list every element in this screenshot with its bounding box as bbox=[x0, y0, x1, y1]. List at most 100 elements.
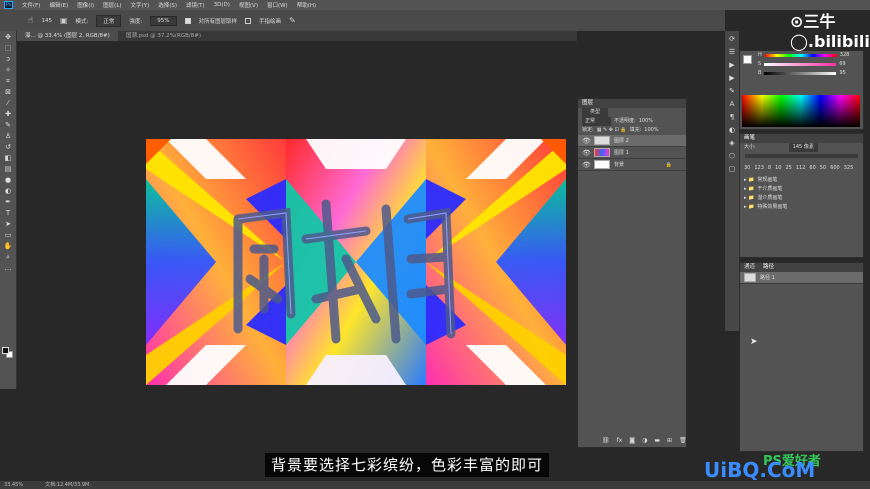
healing-tool-icon[interactable]: ✚ bbox=[3, 110, 14, 119]
menu-view[interactable]: 视图(V) bbox=[239, 1, 258, 9]
zoom-tool-icon[interactable]: ⌕ bbox=[3, 253, 14, 262]
type-tool-icon[interactable]: T bbox=[3, 209, 14, 218]
saturation-value[interactable]: 69 bbox=[839, 60, 845, 69]
layer-name[interactable]: 图层 2 bbox=[614, 137, 629, 144]
menu-layer[interactable]: 图层(L) bbox=[103, 1, 121, 9]
adjustments-icon[interactable]: ◐ bbox=[728, 126, 737, 135]
play-icon[interactable]: ▶ bbox=[728, 61, 737, 70]
styles-icon[interactable]: ◈ bbox=[728, 139, 737, 148]
path-name[interactable]: 路径 1 bbox=[760, 274, 775, 281]
menu-image[interactable]: 图像(I) bbox=[77, 1, 94, 9]
new-layer-icon[interactable]: ⊞ bbox=[667, 436, 672, 445]
lasso-tool-icon[interactable]: ↄ bbox=[3, 55, 14, 64]
layer-row[interactable]: 👁 背景 🔒 bbox=[578, 159, 686, 171]
blur-tool-icon[interactable]: ● bbox=[3, 176, 14, 185]
hue-value[interactable]: 328 bbox=[840, 51, 850, 60]
brush-tool-icon[interactable]: ✎ bbox=[3, 121, 14, 130]
opacity-input[interactable]: 100% bbox=[639, 117, 653, 126]
properties-icon[interactable]: ☰ bbox=[728, 48, 737, 57]
brush-preset[interactable]: 112 bbox=[796, 164, 806, 173]
brush-group[interactable]: ▸ 📁 干介质画笔 bbox=[740, 185, 863, 194]
menu-filter[interactable]: 滤镜(T) bbox=[186, 1, 205, 9]
brush-group[interactable]: ▸ 📁 常规画笔 bbox=[740, 176, 863, 185]
glyphs-icon[interactable]: ▢ bbox=[728, 165, 737, 174]
pressure-icon[interactable]: ✎ bbox=[289, 16, 296, 25]
adjustment-icon[interactable]: ◑ bbox=[642, 436, 647, 445]
eraser-tool-icon[interactable]: ◧ bbox=[3, 154, 14, 163]
visibility-eye-icon[interactable]: 👁 bbox=[582, 137, 591, 145]
sample-all-checkbox[interactable] bbox=[184, 17, 191, 24]
more-tools-icon[interactable]: … bbox=[3, 264, 14, 273]
paragraph-icon[interactable]: ¶ bbox=[728, 113, 737, 122]
fill-input[interactable]: 100% bbox=[644, 126, 658, 135]
quick-select-tool-icon[interactable]: ✧ bbox=[3, 66, 14, 75]
brush-preset[interactable]: 8 bbox=[768, 164, 771, 173]
foreground-color-swatch[interactable] bbox=[743, 55, 752, 64]
character-icon[interactable]: A bbox=[728, 100, 737, 109]
menu-edit[interactable]: 编辑(E) bbox=[49, 1, 68, 9]
smudge-tool-icon[interactable]: ☝ bbox=[28, 16, 33, 26]
tab-document-1[interactable]: 瀑... @ 33.4% (图层 2, RGB/8#) bbox=[17, 31, 118, 41]
layer-row[interactable]: 👁 图层 1 bbox=[578, 147, 686, 159]
path-select-tool-icon[interactable]: ➤ bbox=[3, 220, 14, 229]
zoom-readout[interactable]: 33.45% bbox=[4, 481, 23, 489]
3d-icon[interactable]: ⬡ bbox=[728, 152, 737, 161]
lock-icons[interactable]: ▦ ✎ ✥ ⊡ 🔒 bbox=[597, 126, 627, 135]
menu-3d[interactable]: 3D(D) bbox=[214, 2, 230, 8]
hue-slider[interactable] bbox=[764, 54, 837, 57]
brush-preset[interactable]: 25 bbox=[785, 164, 791, 173]
trash-icon[interactable]: 🗑 bbox=[679, 436, 687, 445]
layers-tab[interactable]: 图层 bbox=[582, 99, 593, 108]
brightness-slider[interactable] bbox=[764, 72, 837, 75]
brush-preset[interactable]: 325 bbox=[844, 164, 854, 173]
brush-tab[interactable]: 画笔 bbox=[744, 134, 755, 143]
layer-row[interactable]: 👁 图层 2 bbox=[578, 135, 686, 147]
menu-select[interactable]: 选择(S) bbox=[158, 1, 177, 9]
pen-tool-icon[interactable]: ✒ bbox=[3, 198, 14, 207]
brightness-value[interactable]: 95 bbox=[839, 69, 845, 78]
brush-group[interactable]: ▸ 📁 湿介质画笔 bbox=[740, 194, 863, 203]
history-brush-icon[interactable]: ↺ bbox=[3, 143, 14, 152]
mode-select[interactable]: 正常 bbox=[96, 14, 122, 27]
dodge-tool-icon[interactable]: ◐ bbox=[3, 187, 14, 196]
eyedropper-tool-icon[interactable]: ⁄ bbox=[3, 99, 14, 108]
shape-tool-icon[interactable]: ▭ bbox=[3, 231, 14, 240]
blend-mode-select[interactable]: 正常 bbox=[582, 117, 612, 126]
history-icon[interactable]: ⟳ bbox=[728, 35, 737, 44]
link-icon[interactable]: ⛓ bbox=[602, 436, 610, 445]
group-icon[interactable]: ▬ bbox=[654, 436, 660, 445]
frame-tool-icon[interactable]: ⊠ bbox=[3, 88, 14, 97]
layer-name[interactable]: 图层 1 bbox=[614, 149, 629, 156]
visibility-eye-icon[interactable]: 👁 bbox=[582, 161, 591, 169]
visibility-eye-icon[interactable]: 👁 bbox=[582, 149, 591, 157]
brush-preset[interactable]: 30 bbox=[744, 164, 750, 173]
strength-input[interactable]: 95% bbox=[150, 15, 177, 26]
brush-preset[interactable]: 600 bbox=[830, 164, 840, 173]
menu-file[interactable]: 文件(F) bbox=[22, 1, 40, 9]
document-canvas[interactable] bbox=[146, 139, 566, 385]
brush-preset[interactable]: 123 bbox=[754, 164, 764, 173]
tab-paths[interactable]: 路径 bbox=[763, 263, 774, 272]
mask-icon[interactable]: ◙ bbox=[629, 436, 635, 445]
brush-size-readout[interactable]: 145 bbox=[41, 18, 52, 24]
brush-size-slider[interactable] bbox=[745, 154, 858, 158]
menu-type[interactable]: 文字(Y) bbox=[131, 1, 150, 9]
brush-group[interactable]: ▸ 📁 特殊效果画笔 bbox=[740, 203, 863, 212]
play-icon[interactable]: ▶ bbox=[728, 74, 737, 83]
brush-size-input[interactable]: 145 像素 bbox=[788, 143, 818, 152]
hand-tool-icon[interactable]: ✋ bbox=[3, 242, 14, 251]
brush-preset[interactable]: 50 bbox=[820, 164, 826, 173]
layer-name[interactable]: 背景 bbox=[614, 161, 624, 168]
menu-help[interactable]: 帮助(H) bbox=[297, 1, 316, 9]
stamp-tool-icon[interactable]: ♙ bbox=[3, 132, 14, 141]
path-row[interactable]: 路径 1 bbox=[740, 272, 863, 284]
filter-kind-select[interactable]: 类型 bbox=[582, 108, 609, 117]
foreground-color-swatch[interactable] bbox=[2, 347, 9, 354]
saturation-slider[interactable] bbox=[764, 63, 837, 66]
brush-preset[interactable]: 10 bbox=[775, 164, 781, 173]
finger-paint-checkbox[interactable] bbox=[245, 17, 252, 24]
fx-icon[interactable]: fx bbox=[617, 436, 623, 445]
brush-settings-icon[interactable]: ▣ bbox=[60, 16, 68, 25]
brush-preset[interactable]: 60 bbox=[809, 164, 815, 173]
tab-document-2[interactable]: 国潮.psd @ 37.2%(RGB/8#) bbox=[117, 31, 210, 41]
